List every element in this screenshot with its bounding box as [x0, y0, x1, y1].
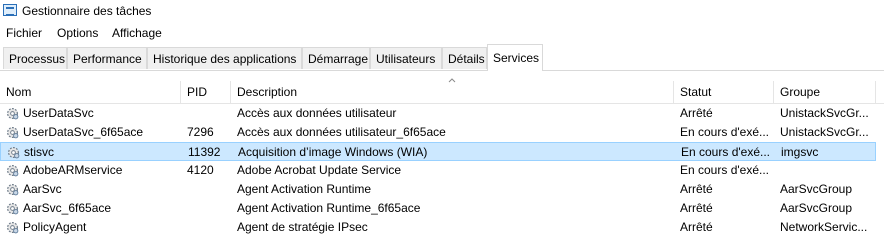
menu-affichage[interactable]: Affichage	[112, 26, 162, 40]
service-pid: 11392	[188, 145, 221, 159]
service-row[interactable]: UserDataSvc Accès aux données utilisateu…	[0, 104, 876, 123]
service-name: UserDataSvc	[23, 106, 94, 120]
service-status: Arrêté	[680, 106, 713, 120]
service-group: AarSvcGroup	[780, 182, 853, 196]
menu-bar: Fichier Options Affichage	[0, 23, 884, 43]
tab-utilisateurs[interactable]: Utilisateurs	[370, 47, 442, 69]
service-gear-icon	[7, 127, 19, 139]
service-gear-icon	[7, 203, 19, 215]
service-name: PolicyAgent	[23, 220, 87, 234]
service-gear-icon	[7, 222, 19, 234]
tab-performance[interactable]: Performance	[67, 47, 147, 69]
service-row[interactable]: UserDataSvc_6f65ace 7296 Accès aux donné…	[0, 123, 876, 142]
service-pid	[187, 218, 231, 237]
service-group: NetworkServic...	[780, 220, 868, 234]
tab-details[interactable]: Détails	[442, 47, 487, 69]
service-pid: 7296	[187, 125, 214, 139]
menu-options[interactable]: Options	[57, 26, 98, 40]
window-title: Gestionnaire des tâches	[22, 4, 152, 18]
service-group: AarSvcGroup	[780, 201, 853, 215]
service-row[interactable]: AarSvc_6f65ace Agent Activation Runtime_…	[0, 199, 876, 218]
tab-demarrage[interactable]: Démarrage	[302, 47, 370, 69]
service-row[interactable]: PolicyAgent Agent de stratégie IPsec Arr…	[0, 218, 876, 237]
title-bar: Gestionnaire des tâches	[0, 0, 884, 22]
menu-fichier[interactable]: Fichier	[6, 26, 42, 40]
column-header-description[interactable]: Description	[231, 81, 674, 103]
service-gear-icon	[7, 184, 19, 196]
service-row[interactable]: AdobeARMservice 4120 Adobe Acrobat Updat…	[0, 161, 876, 180]
service-pid: 4120	[187, 163, 214, 177]
service-status: En cours d'exé...	[681, 145, 771, 159]
service-gear-icon	[7, 108, 19, 120]
service-description: Accès aux données utilisateur_6f65ace	[237, 125, 446, 139]
column-header-name[interactable]: Nom	[0, 81, 181, 103]
tab-historique[interactable]: Historique des applications	[147, 47, 302, 69]
service-description: Acquisition d’image Windows (WIA)	[238, 145, 428, 159]
service-row[interactable]: AarSvc Agent Activation Runtime Arrêté A…	[0, 180, 876, 199]
service-description: Adobe Acrobat Update Service	[237, 163, 402, 177]
service-pid	[187, 180, 231, 199]
column-header-pid[interactable]: PID	[181, 81, 231, 103]
service-name: AdobeARMservice	[23, 163, 123, 177]
service-group: UnistackSvcGr...	[780, 125, 869, 139]
service-pid	[187, 104, 231, 123]
service-description: Agent Activation Runtime	[237, 182, 372, 196]
service-status: Arrêté	[680, 182, 713, 196]
service-name: stisvc	[24, 145, 54, 159]
service-status: En cours d'exé...	[680, 163, 770, 177]
tab-bar: Processus Performance Historique des app…	[0, 44, 884, 71]
service-gear-icon	[8, 147, 20, 159]
service-pid	[187, 199, 231, 218]
service-gear-icon	[7, 165, 19, 177]
service-status: Arrêté	[680, 220, 713, 234]
service-name: UserDataSvc_6f65ace	[23, 125, 144, 139]
service-group: imgsvc	[781, 145, 819, 159]
service-description: Accès aux données utilisateur	[237, 106, 397, 120]
service-group	[780, 161, 874, 180]
service-row-selected[interactable]: stisvc 11392 Acquisition d’image Windows…	[0, 142, 876, 161]
column-header-row: Nom PID Description Statut Groupe	[0, 81, 884, 104]
tab-processus[interactable]: Processus	[3, 47, 67, 69]
service-status: En cours d'exé...	[680, 125, 770, 139]
service-group: UnistackSvcGr...	[780, 106, 869, 120]
service-description: Agent Activation Runtime_6f65ace	[237, 201, 421, 215]
column-header-status[interactable]: Statut	[674, 81, 774, 103]
tab-services[interactable]: Services	[487, 44, 543, 71]
service-name: AarSvc_6f65ace	[23, 201, 112, 215]
column-header-group[interactable]: Groupe	[774, 81, 876, 103]
service-name: AarSvc	[23, 182, 62, 196]
service-status: Arrêté	[680, 201, 713, 215]
task-manager-app-icon	[3, 4, 17, 16]
service-description: Agent de stratégie IPsec	[237, 220, 368, 234]
